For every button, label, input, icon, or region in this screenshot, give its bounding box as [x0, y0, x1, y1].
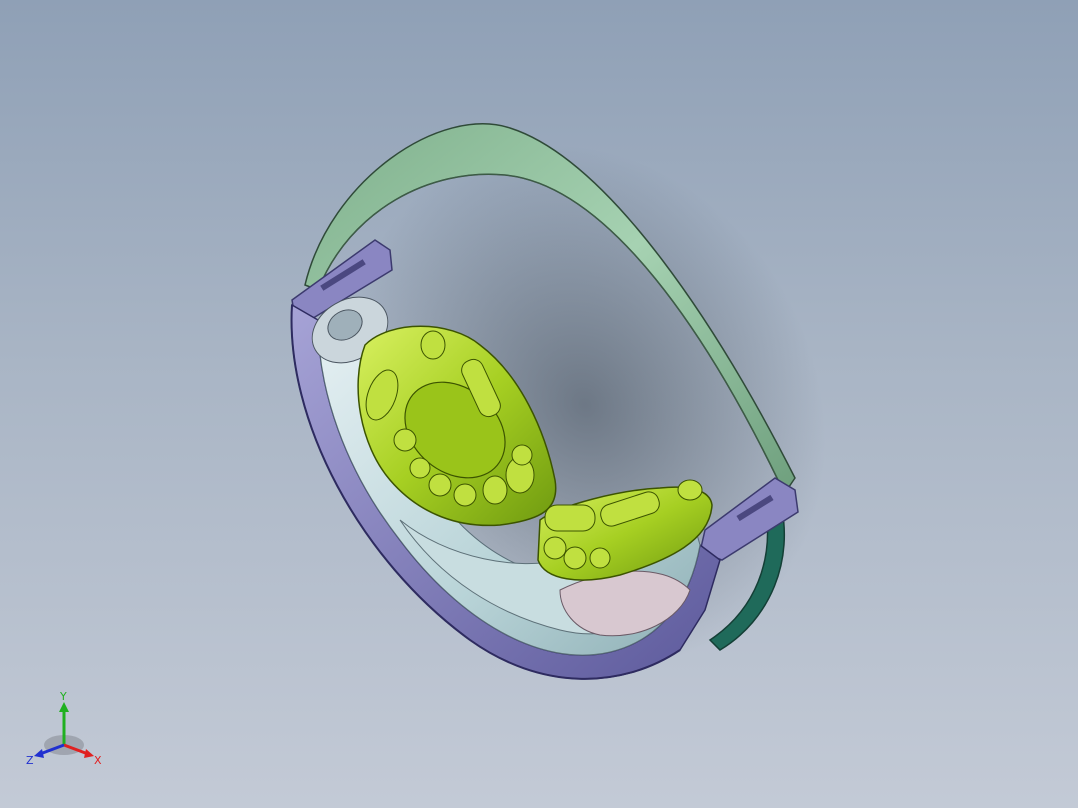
triad-y-arrow [59, 702, 69, 712]
headphone-3d-model[interactable] [0, 0, 1078, 808]
triad-x-arrow [84, 749, 94, 758]
triad-x-label: X [94, 754, 102, 767]
reference-triad: Y X Z [26, 690, 102, 767]
triad-z-label: Z [26, 754, 34, 767]
triad-z-arrow [34, 749, 44, 758]
triad-y-label: Y [59, 690, 67, 703]
graphics-viewport[interactable]: Y X Z [0, 0, 1078, 808]
